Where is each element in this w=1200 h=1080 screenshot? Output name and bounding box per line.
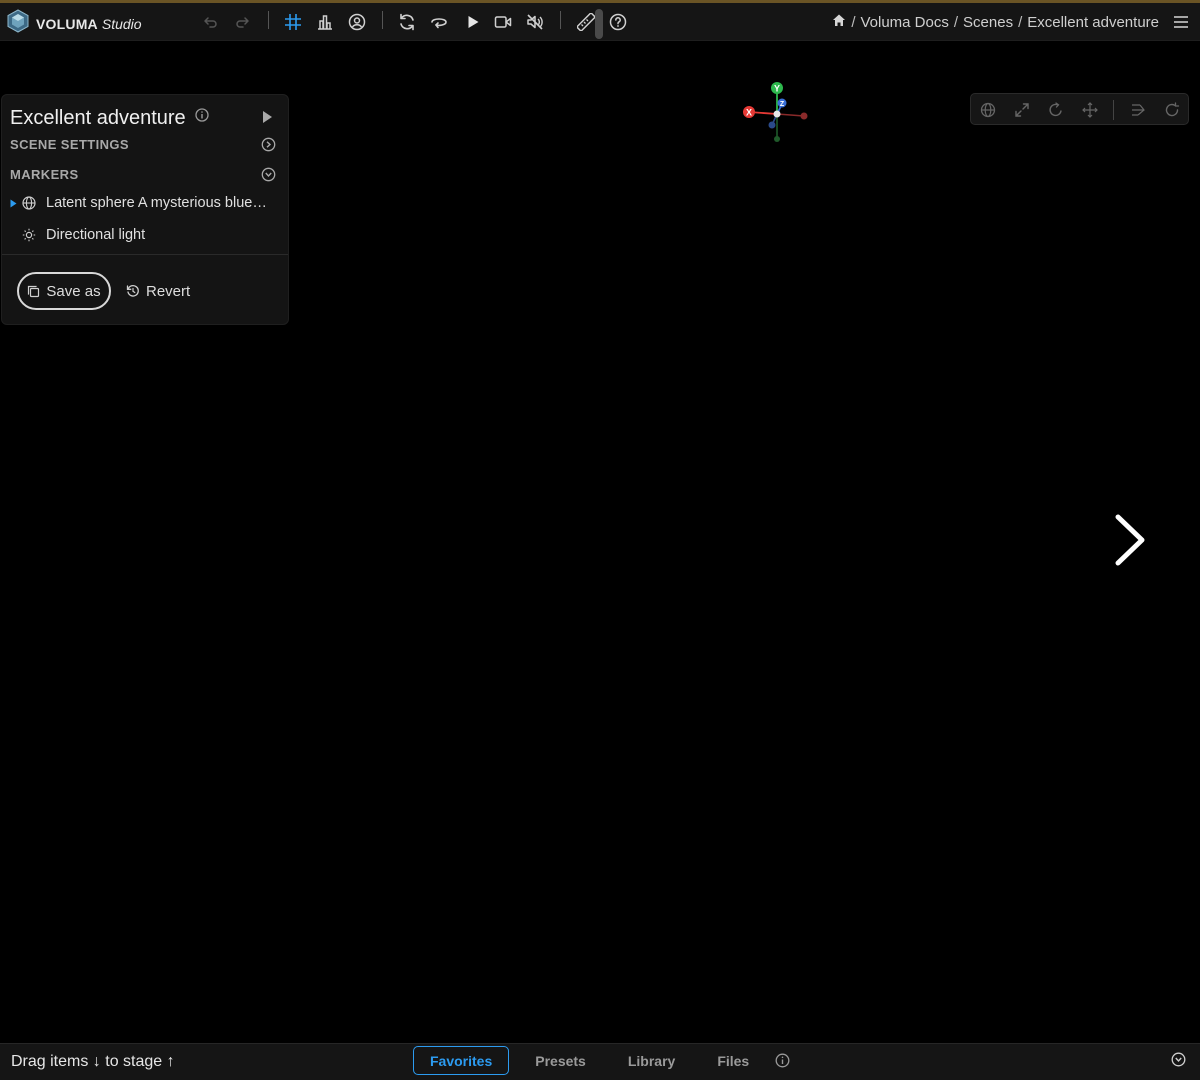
save-as-label: Save as: [46, 282, 101, 300]
breadcrumb: / Voluma Docs / Scenes / Excellent adven…: [832, 13, 1188, 31]
move-icon[interactable]: [1080, 100, 1100, 120]
revert-label: Revert: [146, 282, 191, 300]
history-icon: [126, 284, 140, 298]
drag-hint: Drag items ↓ to stage ↑: [11, 1053, 175, 1070]
home-icon[interactable]: [832, 13, 846, 31]
grid-icon[interactable]: [282, 11, 304, 33]
brand-name: VOLUMA: [36, 15, 98, 32]
copy-icon: [27, 285, 40, 298]
undo-icon[interactable]: [200, 11, 222, 33]
scene-settings-heading[interactable]: SCENE SETTINGS: [10, 137, 129, 152]
asset-tabs: Favorites Presets Library Files: [413, 1046, 790, 1075]
marker-item-label: Latent sphere A mysterious blue…: [46, 195, 267, 211]
breadcrumb-scenes[interactable]: Scenes: [963, 14, 1013, 31]
globe-view-icon[interactable]: [978, 100, 998, 120]
orbit-icon[interactable]: [1046, 100, 1066, 120]
save-as-button[interactable]: Save as: [17, 272, 111, 310]
axis-gizmo[interactable]: X Y Z: [740, 78, 812, 146]
breadcrumb-current-scene[interactable]: Excellent adventure: [1027, 14, 1159, 31]
expand-icon[interactable]: [1012, 100, 1032, 120]
toolbar-divider: [382, 11, 383, 29]
scene-title-text: Excellent adventure: [10, 107, 186, 129]
info-icon[interactable]: [195, 105, 209, 127]
tab-library[interactable]: Library: [612, 1046, 691, 1075]
play-icon[interactable]: [462, 11, 484, 33]
marker-item-directional-light[interactable]: Directional light: [2, 221, 288, 249]
video-icon[interactable]: [492, 11, 514, 33]
rotate-icon[interactable]: [428, 11, 450, 33]
logo-icon: [6, 9, 30, 38]
tab-files[interactable]: Files: [701, 1046, 765, 1075]
reset-view-icon[interactable]: [1162, 100, 1182, 120]
breadcrumb-separator: /: [851, 13, 856, 31]
ruler-icon[interactable]: [575, 11, 597, 33]
toolbar-divider: [268, 11, 269, 29]
collapse-panel-icon[interactable]: [260, 109, 274, 130]
scene-settings-toggle-icon[interactable]: [261, 137, 276, 157]
marker-item-label: Directional light: [46, 227, 146, 243]
globe-icon: [22, 196, 44, 210]
mute-icon[interactable]: [524, 11, 546, 33]
chart-icon[interactable]: [314, 11, 336, 33]
next-arrow-icon[interactable]: [1108, 512, 1152, 568]
breadcrumb-separator: /: [1018, 13, 1023, 31]
view-tools-divider: [1113, 100, 1114, 120]
top-toolbar: VOLUMA Studio / Voluma Docs / Scenes / E…: [0, 3, 1200, 41]
markers-heading[interactable]: MARKERS: [10, 167, 79, 182]
marker-item-latent-sphere[interactable]: Latent sphere A mysterious blue…: [2, 189, 288, 217]
breadcrumb-docs[interactable]: Voluma Docs: [860, 14, 948, 31]
view-tools: [970, 93, 1189, 125]
scene-panel: Excellent adventure SCENE SETTINGS MARKE…: [1, 94, 289, 325]
redo-icon[interactable]: [231, 11, 253, 33]
toolbar-divider: [560, 11, 561, 29]
breadcrumb-separator: /: [953, 13, 959, 31]
refresh-icon[interactable]: [396, 11, 418, 33]
sun-icon: [22, 228, 44, 242]
bottom-bar: Drag items ↓ to stage ↑ Favorites Preset…: [0, 1043, 1200, 1080]
collapse-bottom-icon[interactable]: [1171, 1052, 1186, 1072]
help-icon[interactable]: [607, 11, 629, 33]
tab-favorites[interactable]: Favorites: [413, 1046, 510, 1075]
tab-presets[interactable]: Presets: [519, 1046, 602, 1075]
toolbar-scroll-thumb[interactable]: [595, 9, 603, 39]
brand-suffix: Studio: [101, 15, 142, 32]
scene-title: Excellent adventure: [10, 105, 209, 130]
revert-button[interactable]: Revert: [126, 280, 190, 302]
expand-caret-icon[interactable]: [10, 199, 22, 208]
info-icon[interactable]: [775, 1053, 790, 1068]
gizmo-y-label: Y: [774, 84, 780, 94]
gizmo-z-label: Z: [780, 101, 785, 108]
brand[interactable]: VOLUMA Studio: [6, 9, 142, 38]
hamburger-menu-icon[interactable]: [1174, 16, 1188, 28]
user-circle-icon[interactable]: [346, 11, 368, 33]
panel-divider: [2, 254, 288, 255]
markers-toggle-icon[interactable]: [261, 167, 276, 187]
gizmo-x-label: X: [746, 108, 752, 118]
align-icon[interactable]: [1128, 100, 1148, 120]
